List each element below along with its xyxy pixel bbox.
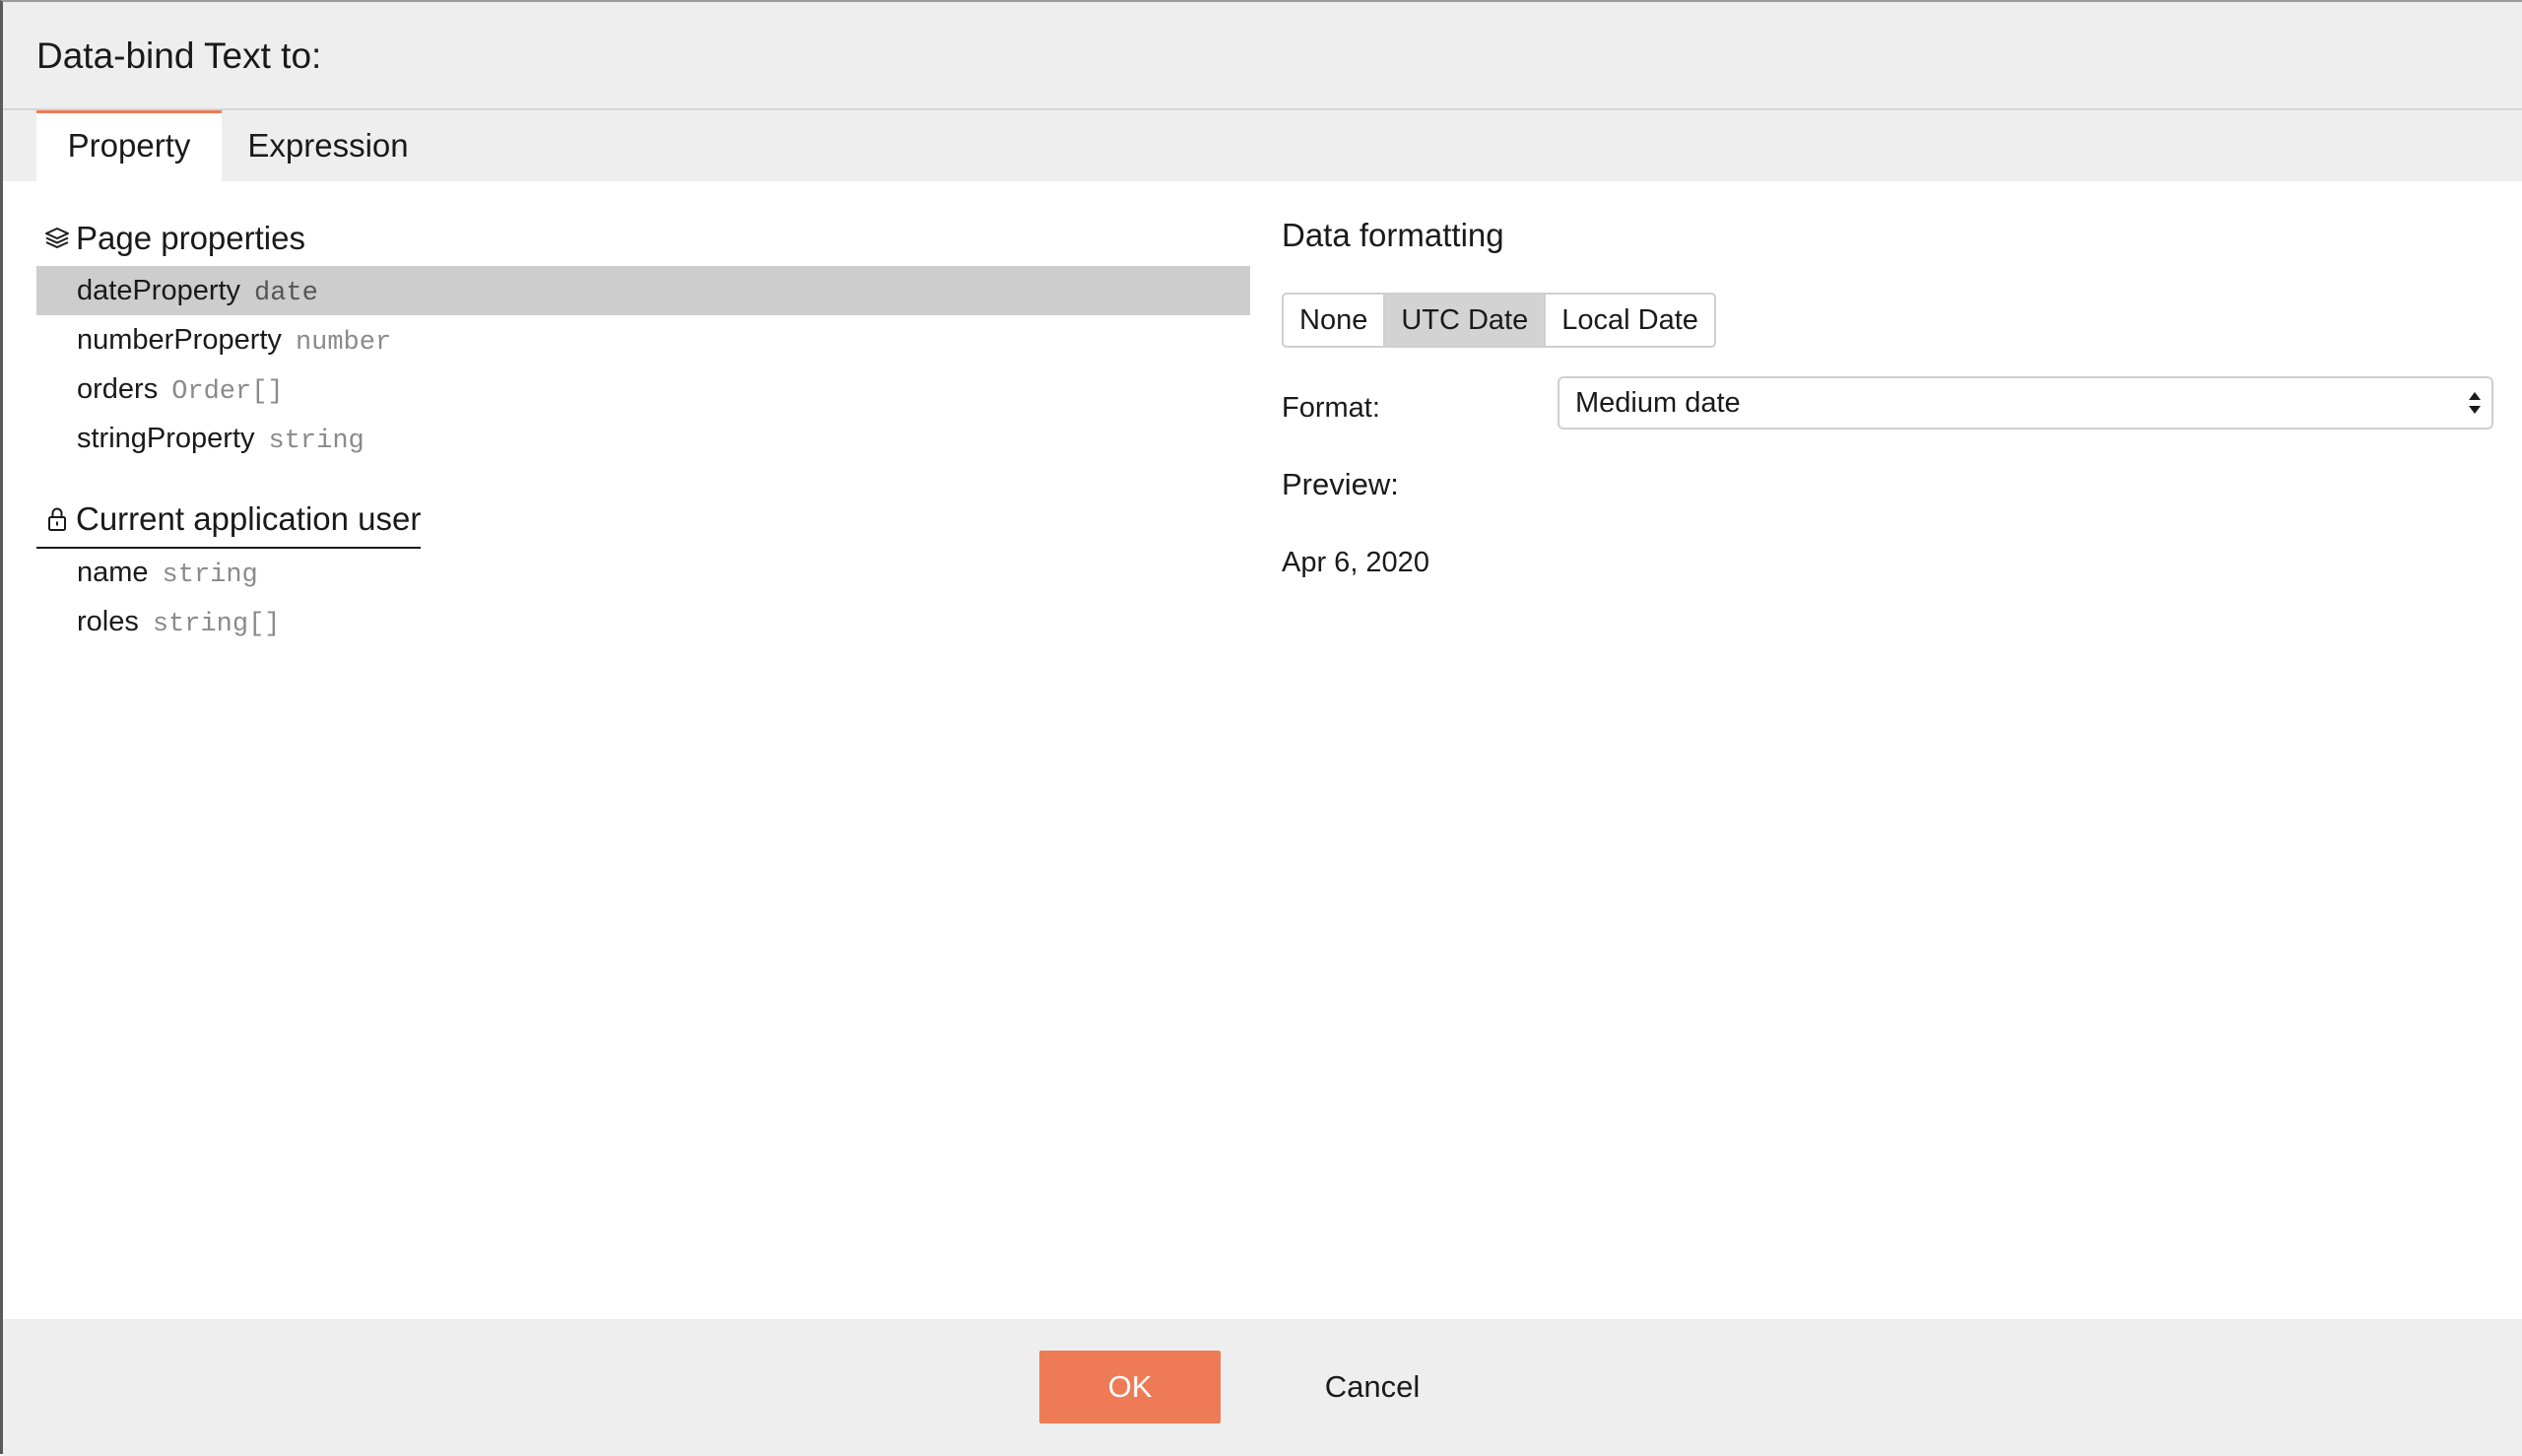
property-type: Order[] [171, 377, 284, 407]
property-name: numberProperty [77, 324, 282, 356]
option-none[interactable]: None [1284, 295, 1386, 346]
option-utc-date[interactable]: UTC Date [1385, 295, 1547, 346]
property-name: stringProperty [77, 423, 255, 454]
property-name: dateProperty [77, 275, 241, 306]
property-name: name [77, 557, 149, 588]
property-item-numberProperty[interactable]: numberProperty number [36, 315, 1250, 364]
property-name: orders [77, 373, 159, 405]
property-type: number [295, 328, 392, 358]
page-properties-heading: Page properties [36, 211, 305, 268]
date-mode-toggle: None UTC Date Local Date [1282, 293, 1716, 348]
property-item-orders[interactable]: orders Order[] [36, 364, 1250, 414]
lock-icon [48, 507, 66, 531]
format-label: Format: [1282, 392, 1380, 424]
property-item-dateProperty[interactable]: dateProperty date [36, 266, 1250, 315]
layers-icon [45, 228, 69, 248]
ok-button[interactable]: OK [1039, 1351, 1221, 1423]
property-type: string [162, 561, 258, 590]
data-bind-dialog: Data-bind Text to: Property Expression P… [0, 0, 2522, 1456]
user-item-name[interactable]: name string [36, 548, 1250, 597]
format-select-value: Medium date [1575, 387, 1741, 419]
select-arrows-icon [2469, 392, 2481, 414]
property-item-stringProperty[interactable]: stringProperty string [36, 414, 1250, 463]
format-select[interactable]: Medium date [1558, 376, 2493, 430]
data-formatting-title: Data formatting [1282, 217, 1504, 253]
preview-value: Apr 6, 2020 [1282, 547, 1429, 578]
current-user-heading: Current application user [36, 492, 422, 549]
property-type: string [268, 427, 365, 456]
cancel-button[interactable]: Cancel [1284, 1351, 1461, 1423]
dialog-footer: OK Cancel [3, 1319, 2522, 1456]
page-properties-label: Page properties [76, 220, 305, 256]
user-item-roles[interactable]: roles string[] [36, 597, 1250, 646]
property-type: date [254, 279, 318, 308]
property-name: roles [77, 606, 139, 637]
dialog-title: Data-bind Text to: [36, 35, 322, 76]
tab-bar: Property Expression [3, 110, 2522, 181]
tab-property[interactable]: Property [36, 110, 222, 181]
dialog-header: Data-bind Text to: [3, 2, 2522, 110]
tab-expression[interactable]: Expression [222, 110, 434, 181]
preview-label: Preview: [1282, 467, 1399, 501]
current-user-label: Current application user [76, 500, 422, 537]
property-type: string[] [152, 610, 281, 639]
option-local-date[interactable]: Local Date [1546, 295, 1714, 346]
